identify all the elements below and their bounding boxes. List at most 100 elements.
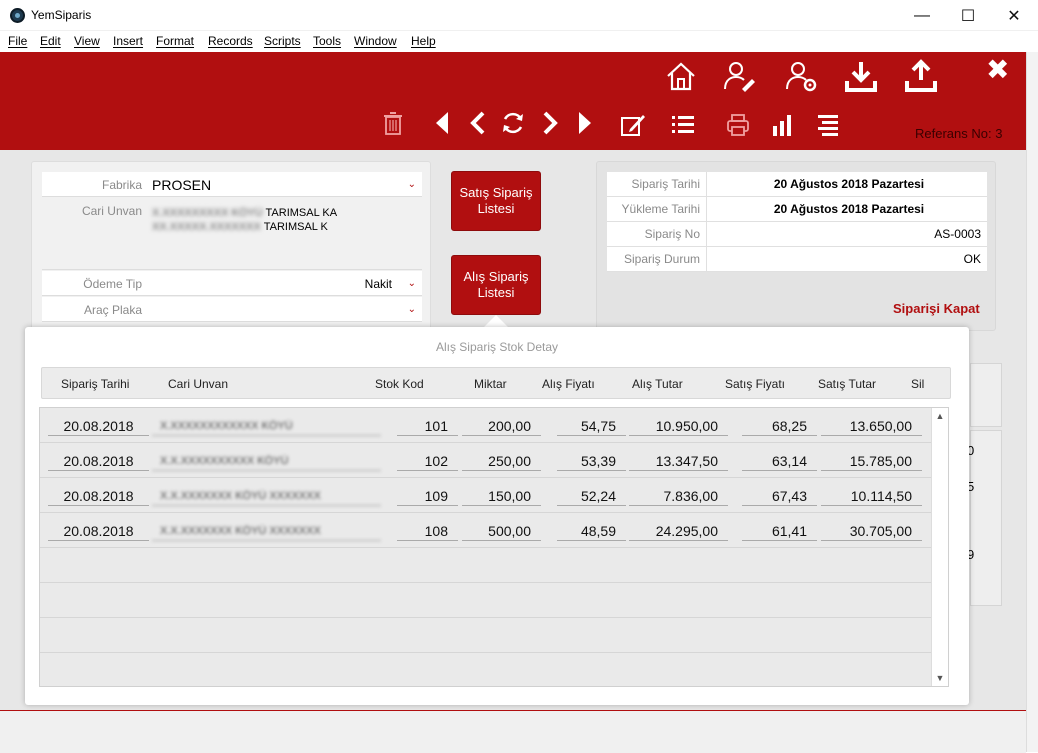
- column-header-stok-kod[interactable]: Stok Kod: [375, 377, 424, 391]
- home-icon[interactable]: [664, 59, 698, 93]
- trash-icon[interactable]: [380, 110, 406, 136]
- menu-tools[interactable]: Tools: [313, 34, 341, 48]
- menu-edit[interactable]: Edit: [40, 34, 61, 48]
- cell-satis-fiyat[interactable]: 67,43: [742, 486, 817, 506]
- cell-satis-tutar[interactable]: 30.705,00: [821, 521, 922, 541]
- yukleme-tarihi-value[interactable]: 20 Ağustos 2018 Pazartesi: [717, 197, 981, 222]
- minimize-button[interactable]: —: [899, 0, 945, 31]
- next-record-icon[interactable]: [536, 110, 562, 136]
- cell-alis-fiyat[interactable]: 48,59: [557, 521, 626, 541]
- maximize-button[interactable]: ☐: [945, 0, 991, 31]
- cell-alis-tutar[interactable]: 7.836,00: [629, 486, 728, 506]
- info-row: Sipariş No AS-0003: [607, 222, 987, 247]
- menu-format[interactable]: Format: [156, 34, 194, 48]
- cell-tarih[interactable]: 20.08.2018: [48, 521, 149, 541]
- chevron-down-icon[interactable]: ⌄: [408, 278, 416, 289]
- menu-view[interactable]: View: [74, 34, 100, 48]
- siparis-tarihi-value[interactable]: 20 Ağustos 2018 Pazartesi: [717, 172, 981, 197]
- scroll-down-icon[interactable]: ▼: [932, 673, 948, 683]
- cell-miktar[interactable]: 250,00: [462, 451, 541, 471]
- siparisi-kapat-link[interactable]: Siparişi Kapat: [893, 301, 980, 316]
- arac-plaka-row[interactable]: Araç Plaka ⌄: [42, 297, 422, 322]
- menu-help[interactable]: Help: [411, 34, 436, 48]
- upload-icon[interactable]: [904, 59, 938, 93]
- menu-records[interactable]: Records: [208, 34, 253, 48]
- cell-satis-fiyat[interactable]: 68,25: [742, 416, 817, 436]
- table-row[interactable]: 20.08.2018 X.XXXXXXXXXXXX KÖYÜ 101 200,0…: [40, 408, 933, 443]
- list-icon[interactable]: [670, 112, 696, 138]
- menu-scripts[interactable]: Scripts: [264, 34, 301, 48]
- satis-siparis-listesi-button[interactable]: Satış Sipariş Listesi: [451, 171, 541, 231]
- cell-tarih[interactable]: 20.08.2018: [48, 451, 149, 471]
- column-header-satis-fiyati[interactable]: Satış Fiyatı: [725, 377, 785, 391]
- odeme-tip-value[interactable]: Nakit: [365, 277, 392, 291]
- cell-alis-fiyat[interactable]: 54,75: [557, 416, 626, 436]
- edit-icon[interactable]: [619, 112, 645, 138]
- cell-stok-kod[interactable]: 108: [397, 521, 458, 541]
- cell-satis-fiyat[interactable]: 61,41: [742, 521, 817, 541]
- chart-icon[interactable]: [770, 112, 796, 138]
- close-window-button[interactable]: ✕: [991, 0, 1037, 31]
- menu-window[interactable]: Window: [354, 34, 397, 48]
- cell-cari-unvan[interactable]: X.XXXXXXXXXXXX KÖYÜ: [152, 416, 381, 436]
- background-card: 0 5 9: [967, 430, 1002, 606]
- empty-row: [40, 618, 933, 653]
- cari-unvan-value[interactable]: X.XXXXXXXXX KÖYÜ TARIMSAL KA XX.XXXXX.XX…: [152, 206, 392, 234]
- list-scrollbar[interactable]: ▲ ▼: [931, 408, 948, 686]
- cell-satis-tutar[interactable]: 15.785,00: [821, 451, 922, 471]
- cell-cari-unvan[interactable]: X.X.XXXXXXX KÖYÜ XXXXXXX: [152, 486, 381, 506]
- cell-stok-kod[interactable]: 101: [397, 416, 458, 436]
- menu-file[interactable]: File: [8, 34, 27, 48]
- cell-tarih[interactable]: 20.08.2018: [48, 416, 149, 436]
- column-header-cari-unvan[interactable]: Cari Unvan: [168, 377, 228, 391]
- cell-alis-tutar[interactable]: 24.295,00: [629, 521, 728, 541]
- cell-cari-unvan[interactable]: X.X.XXXXXXXXXX KÖYÜ: [152, 451, 381, 471]
- chevron-down-icon[interactable]: ⌄: [408, 304, 416, 315]
- close-form-icon[interactable]: ✖: [986, 53, 1009, 86]
- previous-record-icon[interactable]: [466, 110, 492, 136]
- first-record-icon[interactable]: [430, 110, 456, 136]
- column-header-alis-tutar[interactable]: Alış Tutar: [632, 377, 683, 391]
- align-icon[interactable]: [815, 112, 841, 138]
- window-scrollbar[interactable]: [1026, 52, 1038, 752]
- scroll-up-icon[interactable]: ▲: [932, 411, 948, 421]
- odeme-tip-row[interactable]: Ödeme Tip Nakit ⌄: [42, 271, 422, 296]
- column-header-satis-tutar[interactable]: Satış Tutar: [818, 377, 876, 391]
- table-row[interactable]: 20.08.2018 X.X.XXXXXXXXXX KÖYÜ 102 250,0…: [40, 443, 933, 478]
- cari-unvan-label: Cari Unvan: [81, 204, 142, 218]
- cell-stok-kod[interactable]: 109: [397, 486, 458, 506]
- cell-alis-tutar[interactable]: 13.347,50: [629, 451, 728, 471]
- column-header-miktar[interactable]: Miktar: [474, 377, 507, 391]
- last-record-icon[interactable]: [571, 110, 597, 136]
- cell-miktar[interactable]: 200,00: [462, 416, 541, 436]
- siparis-durum-value[interactable]: OK: [717, 247, 981, 272]
- table-row[interactable]: 20.08.2018 X.X.XXXXXXX KÖYÜ XXXXXXX 108 …: [40, 513, 933, 548]
- cell-satis-tutar[interactable]: 10.114,50: [821, 486, 922, 506]
- cell-alis-fiyat[interactable]: 53,39: [557, 451, 626, 471]
- chevron-down-icon[interactable]: ⌄: [408, 179, 416, 190]
- refresh-icon[interactable]: [500, 110, 526, 136]
- cell-miktar[interactable]: 150,00: [462, 486, 541, 506]
- cell-cari-unvan[interactable]: X.X.XXXXXXX KÖYÜ XXXXXXX: [152, 521, 381, 541]
- column-header-sil[interactable]: Sil: [911, 377, 924, 391]
- cell-alis-tutar[interactable]: 10.950,00: [629, 416, 728, 436]
- cell-tarih[interactable]: 20.08.2018: [48, 486, 149, 506]
- user-edit-icon[interactable]: [722, 59, 756, 93]
- cell-satis-tutar[interactable]: 13.650,00: [821, 416, 922, 436]
- user-settings-icon[interactable]: [784, 59, 818, 93]
- cell-miktar[interactable]: 500,00: [462, 521, 541, 541]
- print-icon[interactable]: [725, 112, 751, 138]
- cari-unvan-row[interactable]: Cari Unvan X.XXXXXXXXX KÖYÜ TARIMSAL KA …: [42, 198, 422, 270]
- fabrika-row[interactable]: Fabrika PROSEN ⌄: [42, 172, 422, 197]
- cell-stok-kod[interactable]: 102: [397, 451, 458, 471]
- download-icon[interactable]: [844, 59, 878, 93]
- menu-insert[interactable]: Insert: [113, 34, 143, 48]
- column-header-alis-fiyati[interactable]: Alış Fiyatı: [542, 377, 595, 391]
- cell-alis-fiyat[interactable]: 52,24: [557, 486, 626, 506]
- alis-siparis-listesi-button[interactable]: Alış Sipariş Listesi: [451, 255, 541, 315]
- column-header-siparis-tarihi[interactable]: Sipariş Tarihi: [61, 377, 129, 391]
- cell-satis-fiyat[interactable]: 63,14: [742, 451, 817, 471]
- table-row[interactable]: 20.08.2018 X.X.XXXXXXX KÖYÜ XXXXXXX 109 …: [40, 478, 933, 513]
- fabrika-value[interactable]: PROSEN: [152, 177, 211, 193]
- siparis-no-value[interactable]: AS-0003: [717, 222, 981, 247]
